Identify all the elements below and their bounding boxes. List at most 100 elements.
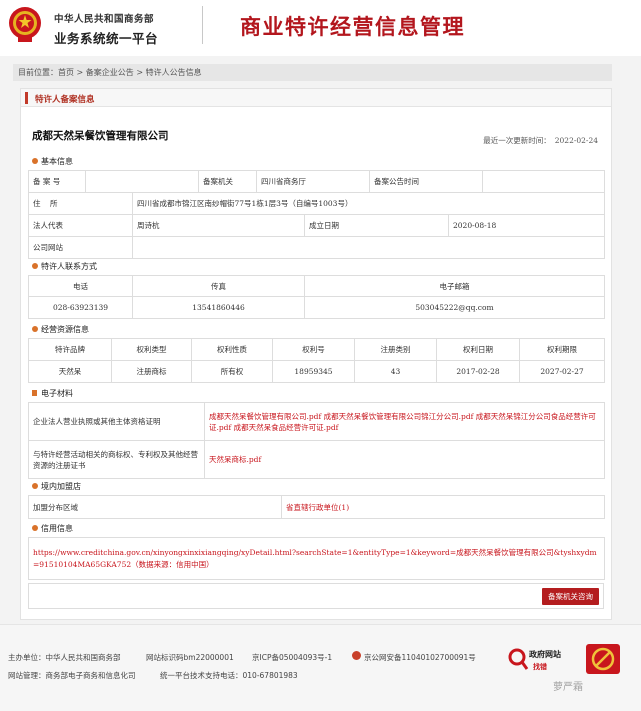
last-updated-label: 最近一次更新时间： (483, 136, 551, 145)
basic-info-table: 备 案 号 备案机关 四川省商务厅 备案公告时间 (28, 170, 605, 193)
section-bullet-icon (32, 326, 38, 332)
section-stores: 境内加盟店 (28, 478, 604, 495)
resource-header: 特许品牌 (28, 338, 112, 361)
resource-right-term: 2027-02-27 (519, 360, 605, 383)
website-value[interactable] (132, 236, 605, 259)
gov-name: 中华人民共和国商务部 (54, 14, 155, 25)
website-label: 公司网站 (28, 236, 133, 259)
store-region-link[interactable]: 省直辖行政单位(1) (281, 495, 605, 519)
footer-support-phone: 统一平台技术支持电话：010-67801983 (160, 671, 298, 680)
gov-site-sub-label: 找错 (533, 663, 547, 671)
breadcrumb-sep: > (74, 68, 86, 77)
website-table: 公司网站 (28, 236, 605, 259)
address-table: 住 所 四川省成都市锦江区南纱帽街77号1栋1层3号（自编号1003号） (28, 192, 605, 215)
contact-header-fax: 传真 (132, 275, 305, 297)
section-title: 境内加盟店 (41, 482, 81, 491)
section-bullet-icon (32, 390, 37, 396)
company-name: 成都天然呆餐饮管理有限公司 (32, 130, 169, 142)
legal-table: 法人代表 周诗杭 成立日期 2020-08-18 (28, 214, 605, 237)
trademark-file-link[interactable]: 天然呆商标.pdf (204, 440, 605, 479)
section-title: 基本信息 (41, 157, 73, 166)
last-updated-value: 2022-02-24 (554, 136, 598, 145)
resource-right-nature: 所有权 (191, 360, 273, 383)
resource-header: 权利号 (272, 338, 355, 361)
resource-right-date: 2017-02-28 (436, 360, 520, 383)
section-bullet-icon (32, 158, 38, 164)
section-resources: 经营资源信息 (28, 321, 604, 338)
site-header: 中华人民共和国商务部 业务系统统一平台 商业特许经营信息管理 (0, 0, 641, 56)
founded-label: 成立日期 (304, 214, 449, 237)
franchisor-panel: 特许人备案信息 成都天然呆餐饮管理有限公司 最近一次更新时间： 2022-02-2… (20, 88, 612, 620)
section-contact: 特许人联系方式 (28, 258, 604, 275)
footer-police-link[interactable]: 京公网安备11040102700091号 (364, 652, 476, 663)
resource-reg-class: 43 (354, 360, 437, 383)
section-bullet-icon (32, 483, 38, 489)
address-label: 住 所 (28, 192, 133, 215)
resource-header: 权利性质 (191, 338, 273, 361)
contact-table: 电话 传真 电子邮箱 028-63923139 13541860446 5030… (28, 275, 605, 319)
header-divider (202, 6, 203, 44)
contact-fax: 13541860446 (132, 296, 305, 319)
resource-header: 权利类型 (111, 338, 192, 361)
contact-header-phone: 电话 (28, 275, 133, 297)
authority-label: 备案机关 (198, 170, 257, 193)
resource-header: 权利日期 (436, 338, 520, 361)
section-basic: 基本信息 (28, 153, 604, 170)
credit-table: https://www.creditchina.gov.cn/xinyongxi… (28, 537, 605, 580)
section-title: 电子材料 (41, 389, 73, 398)
breadcrumb: 目前位置：首页 > 备案企业公告 > 特许人公告信息 (13, 64, 612, 81)
stores-table: 加盟分布区域 省直辖行政单位(1) (28, 495, 605, 519)
founded-value: 2020-08-18 (448, 214, 605, 237)
filing-no-label: 备 案 号 (28, 170, 86, 193)
watermark-text: 萝严霜 (553, 682, 583, 693)
resource-brand: 天然呆 (28, 360, 112, 383)
section-title: 经营资源信息 (41, 325, 89, 334)
panel-accent-bar (25, 92, 28, 104)
address-value: 四川省成都市锦江区南纱帽街77号1栋1层3号（自编号1003号） (132, 192, 605, 215)
footer-icp-link[interactable]: 京ICP备05004093号-1 (252, 652, 332, 663)
footer-management: 网站管理：商务部电子商务和信息化司 (8, 671, 136, 680)
section-title: 信用信息 (41, 524, 73, 533)
section-credit: 信用信息 (28, 520, 604, 537)
authority-query-button[interactable]: 备案机关咨询 (542, 588, 599, 605)
legal-rep-value: 周诗杭 (132, 214, 305, 237)
record-container: 成都天然呆餐饮管理有限公司 最近一次更新时间： 2022-02-24 基本信息 备… (28, 117, 605, 615)
business-license-files-link[interactable]: 成都天然呆餐饮管理有限公司.pdf 成都天然呆餐饮管理有限公司锦江分公司.pdf… (204, 402, 605, 441)
resource-right-type: 注册商标 (111, 360, 192, 383)
contact-email: 503045222@qq.com (304, 296, 605, 319)
resource-header: 权利期限 (519, 338, 605, 361)
gov-site-magnifier-icon (508, 648, 529, 670)
resource-right-no: 18959345 (272, 360, 355, 383)
announce-time-label: 备案公告时间 (369, 170, 483, 193)
filing-no-value (85, 170, 199, 193)
breadcrumb-sep: > (133, 68, 146, 77)
last-updated: 最近一次更新时间： 2022-02-24 (479, 135, 598, 146)
trademark-cert-label: 与特许经营活动相关的商标权、专利权及其他经营资源的注册证书 (28, 440, 205, 479)
footer-site-code: 网站标识码bm22000001 (146, 653, 234, 662)
legal-rep-label: 法人代表 (28, 214, 133, 237)
breadcrumb-home[interactable]: 首页 (58, 68, 74, 77)
national-emblem-icon (9, 7, 41, 42)
panel-title: 特许人备案信息 (35, 95, 95, 105)
resources-table: 特许品牌 权利类型 权利性质 权利号 注册类别 权利日期 权利期限 天然呆 注册… (28, 338, 605, 383)
section-bullet-icon (32, 263, 38, 269)
store-region-label: 加盟分布区域 (28, 495, 282, 519)
breadcrumb-label: 目前位置： (18, 68, 58, 77)
party-emblem-icon (586, 644, 620, 674)
authority-value: 四川省商务厅 (256, 170, 370, 193)
platform-name: 业务系统统一平台 (54, 31, 159, 46)
footer-sponsor: 主办单位：中华人民共和国商务部 (8, 653, 121, 662)
section-materials: 电子材料 (28, 385, 604, 402)
gov-site-label: 政府网站 (529, 650, 561, 659)
breadcrumb-filing-announcements[interactable]: 备案企业公告 (86, 68, 134, 77)
contact-header-email: 电子邮箱 (304, 275, 605, 297)
business-license-label: 企业法人营业执照或其他主体资格证明 (28, 402, 205, 441)
action-bar: 备案机关咨询 (28, 583, 604, 609)
gov-site-error-button[interactable]: 政府网站 找错 (507, 645, 575, 675)
credit-china-link[interactable]: https://www.creditchina.gov.cn/xinyongxi… (28, 537, 605, 580)
breadcrumb-current: 特许人公告信息 (145, 68, 202, 77)
announce-time-value (482, 170, 605, 193)
materials-table: 企业法人营业执照或其他主体资格证明 成都天然呆餐饮管理有限公司.pdf 成都天然… (28, 402, 605, 479)
contact-phone: 028-63923139 (28, 296, 133, 319)
panel-header: 特许人备案信息 (21, 89, 611, 107)
